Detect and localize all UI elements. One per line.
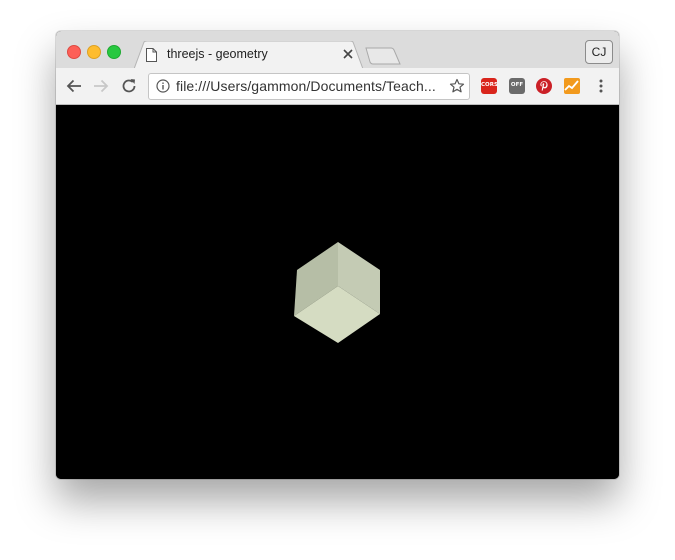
profile-button[interactable]: CJ: [585, 40, 613, 64]
url-text[interactable]: file:///Users/gammon/Documents/Teach...: [176, 78, 446, 94]
reload-icon[interactable]: [120, 77, 138, 95]
maximize-window-button[interactable]: [107, 45, 121, 59]
chart-extension-icon[interactable]: [564, 78, 580, 94]
browser-toolbar: file:///Users/gammon/Documents/Teach... …: [56, 68, 619, 105]
menu-kebab-icon[interactable]: [596, 78, 606, 94]
trend-line-icon: [564, 80, 579, 91]
title-bar: threejs - geometry CJ: [56, 31, 619, 69]
new-tab-button[interactable]: [365, 47, 403, 65]
minimize-window-button[interactable]: [87, 45, 101, 59]
webgl-canvas[interactable]: [56, 105, 619, 479]
cube-mesh: [294, 242, 380, 343]
close-tab-icon[interactable]: [342, 48, 354, 60]
bookmark-star-icon[interactable]: [449, 78, 465, 94]
off-extension-icon[interactable]: OFF: [509, 78, 525, 94]
tab-title: threejs - geometry: [167, 47, 268, 61]
close-window-button[interactable]: [67, 45, 81, 59]
address-bar[interactable]: file:///Users/gammon/Documents/Teach...: [148, 73, 470, 100]
pinterest-icon[interactable]: [536, 78, 552, 94]
pinterest-glyph-icon: [540, 81, 548, 92]
forward-arrow-icon[interactable]: [92, 77, 110, 95]
browser-window: threejs - geometry CJ file:///Users/gamm…: [56, 31, 619, 479]
cors-extension-icon[interactable]: CORS: [481, 78, 497, 94]
active-tab[interactable]: threejs - geometry: [134, 41, 364, 69]
back-arrow-icon[interactable]: [65, 77, 83, 95]
document-icon: [146, 48, 157, 62]
info-icon[interactable]: [156, 79, 170, 93]
